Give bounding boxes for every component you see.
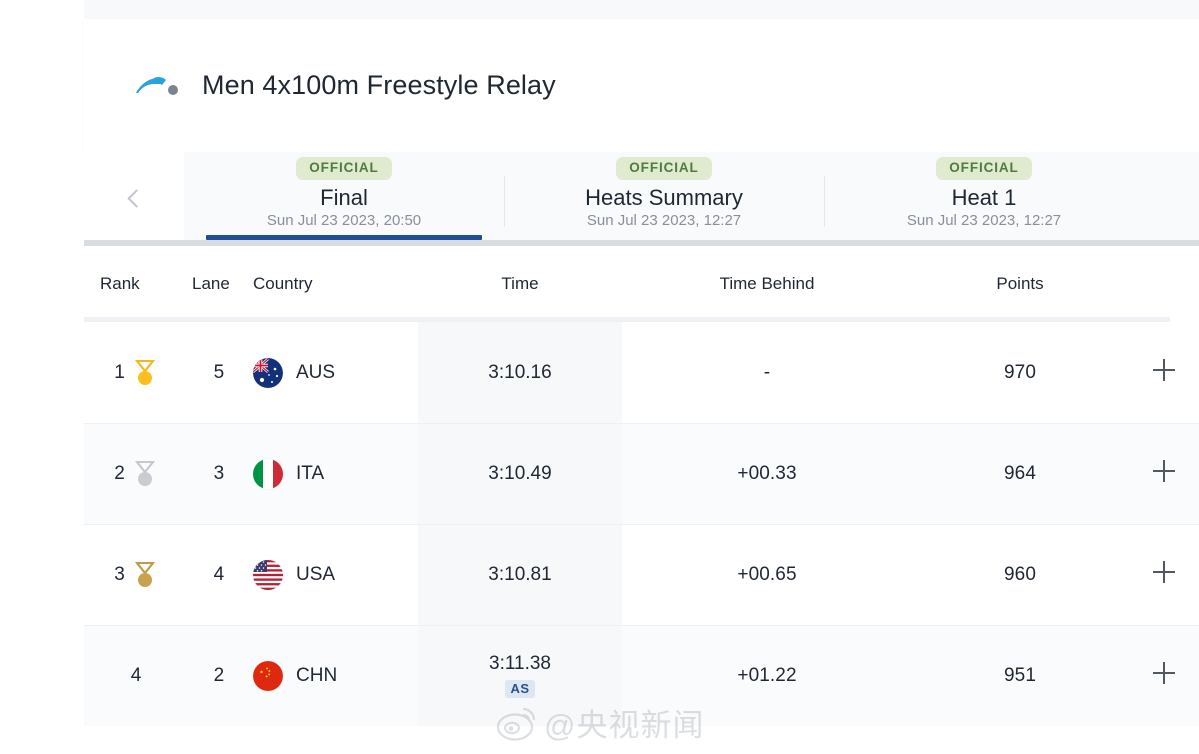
cell-time: 3:10.81 xyxy=(418,524,622,625)
chevron-left-icon xyxy=(127,189,145,207)
expand-row-button[interactable] xyxy=(1128,561,1199,588)
cell-lane: 5 xyxy=(188,362,250,384)
tab-status-badge: OFFICIAL xyxy=(936,157,1031,180)
cell-country: AUS xyxy=(250,358,418,388)
tab-datetime: Sun Jul 23 2023, 12:27 xyxy=(907,212,1061,229)
tab-label: Heat 1 xyxy=(952,184,1017,212)
flag-aus xyxy=(253,358,283,388)
session-tabs-bar: OFFICIAL Final Sun Jul 23 2023, 20:50 OF… xyxy=(84,152,1199,245)
tab-heat-1[interactable]: OFFICIAL Heat 1 Sun Jul 23 2023, 12:27 xyxy=(824,152,1144,245)
tabs-prev-button[interactable] xyxy=(84,152,184,245)
expand-row-button[interactable] xyxy=(1128,359,1199,386)
silver-medal-icon xyxy=(132,460,158,488)
event-header-card: Men 4x100m Freestyle Relay xyxy=(84,19,1199,152)
table-row[interactable]: 4 2 xyxy=(84,625,1199,726)
cell-time-behind: +00.65 xyxy=(622,564,912,586)
plus-icon xyxy=(1153,460,1175,482)
flag-usa xyxy=(253,560,283,590)
cell-points: 970 xyxy=(912,362,1128,384)
expand-row-button[interactable] xyxy=(1128,460,1199,487)
tab-datetime: Sun Jul 23 2023, 20:50 xyxy=(267,212,421,229)
tabs-scroll-container[interactable]: OFFICIAL Final Sun Jul 23 2023, 20:50 OF… xyxy=(184,152,1199,245)
cell-lane: 4 xyxy=(188,564,250,586)
gold-medal-icon xyxy=(132,359,158,387)
rank-value: 3 xyxy=(114,564,125,586)
rank-value: 4 xyxy=(131,665,142,687)
record-badge: AS xyxy=(505,680,534,699)
time-value: 3:10.81 xyxy=(488,564,551,586)
country-code: USA xyxy=(296,564,335,586)
plus-icon xyxy=(1153,662,1175,684)
table-row[interactable]: 1 5 xyxy=(84,322,1199,423)
cell-lane: 2 xyxy=(188,665,250,687)
results-table: Rank Lane Country Time Time Behind Point… xyxy=(84,246,1199,726)
tab-datetime: Sun Jul 23 2023, 12:27 xyxy=(587,212,741,229)
cell-lane: 3 xyxy=(188,463,250,485)
tab-final[interactable]: OFFICIAL Final Sun Jul 23 2023, 20:50 xyxy=(184,152,504,245)
cell-points: 964 xyxy=(912,463,1128,485)
flag-ita xyxy=(253,459,283,489)
tab-status-badge: OFFICIAL xyxy=(296,157,391,180)
cell-points: 951 xyxy=(912,665,1128,687)
column-header-rank: Rank xyxy=(84,274,188,294)
plus-icon xyxy=(1153,359,1175,381)
table-header-row: Rank Lane Country Time Time Behind Point… xyxy=(84,246,1199,322)
cell-rank: 4 xyxy=(84,665,188,687)
cell-country: CHN xyxy=(250,661,418,691)
tab-label: Final xyxy=(320,184,368,212)
country-code: CHN xyxy=(296,665,337,687)
tab-label: Heats Summary xyxy=(585,184,743,212)
cell-rank: 3 xyxy=(84,561,188,589)
column-header-lane: Lane xyxy=(188,274,250,294)
time-value: 3:10.16 xyxy=(488,362,551,384)
flag-chn xyxy=(253,661,283,691)
time-value: 3:10.49 xyxy=(488,463,551,485)
tab-status-badge: OFFICIAL xyxy=(616,157,711,180)
cell-rank: 2 xyxy=(84,460,188,488)
table-row[interactable]: 2 3 xyxy=(84,423,1199,524)
column-header-time: Time xyxy=(418,246,622,322)
column-header-time-behind: Time Behind xyxy=(622,274,912,294)
country-code: ITA xyxy=(296,463,324,485)
swimming-icon xyxy=(132,66,184,106)
cell-time-behind: +00.33 xyxy=(622,463,912,485)
cell-time: 3:11.38 AS xyxy=(418,625,622,726)
cell-time-behind: - xyxy=(622,362,912,384)
results-page: Men 4x100m Freestyle Relay OFFICIAL Fina… xyxy=(0,0,1199,754)
page-top-strip xyxy=(84,0,1199,19)
column-header-points: Points xyxy=(912,274,1128,294)
page-title: Men 4x100m Freestyle Relay xyxy=(202,70,556,101)
cell-country: ITA xyxy=(250,459,418,489)
table-row[interactable]: 3 4 xyxy=(84,524,1199,625)
cell-time: 3:10.49 xyxy=(418,423,622,524)
cell-rank: 1 xyxy=(84,359,188,387)
country-code: AUS xyxy=(296,362,335,384)
expand-row-button[interactable] xyxy=(1128,662,1199,689)
rank-value: 1 xyxy=(114,362,125,384)
cell-time-behind: +01.22 xyxy=(622,665,912,687)
bronze-medal-icon xyxy=(132,561,158,589)
cell-points: 960 xyxy=(912,564,1128,586)
column-header-country: Country xyxy=(250,274,418,294)
rank-value: 2 xyxy=(114,463,125,485)
plus-icon xyxy=(1153,561,1175,583)
cell-time: 3:10.16 xyxy=(418,322,622,423)
tab-heats-summary[interactable]: OFFICIAL Heats Summary Sun Jul 23 2023, … xyxy=(504,152,824,245)
time-value: 3:11.38 xyxy=(489,653,551,675)
cell-country: USA xyxy=(250,560,418,590)
